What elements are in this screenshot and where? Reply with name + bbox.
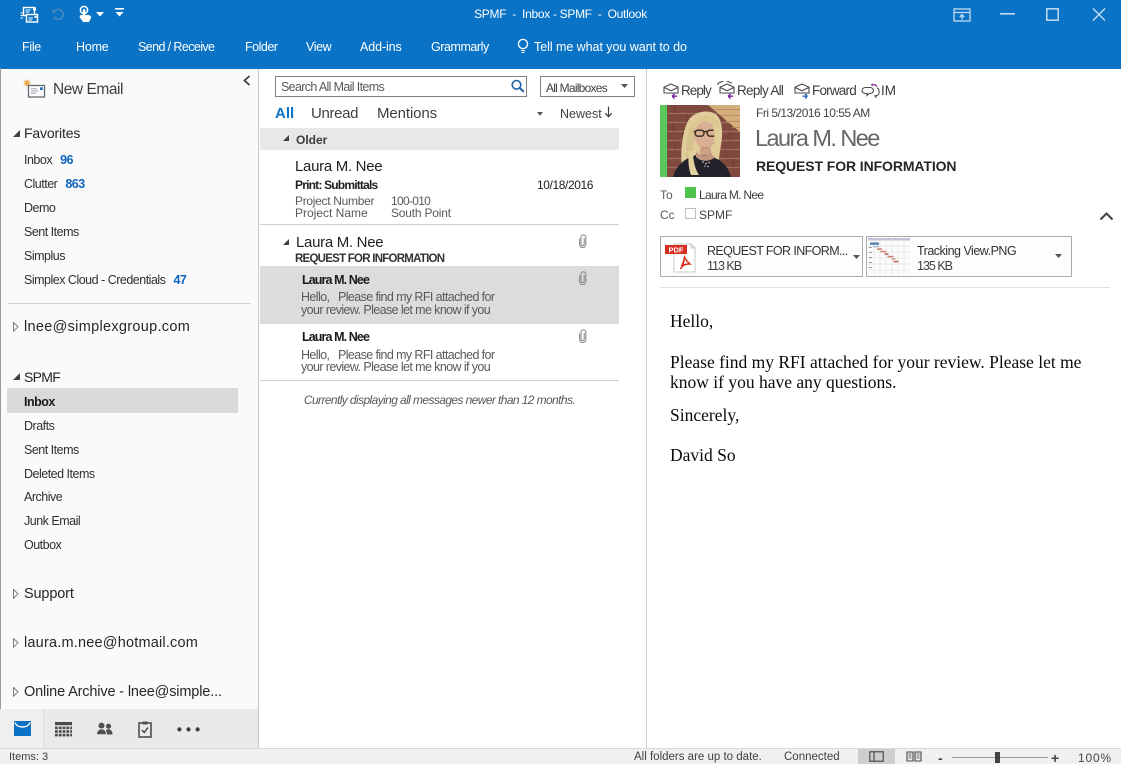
svg-text:PDF: PDF: [669, 245, 684, 254]
